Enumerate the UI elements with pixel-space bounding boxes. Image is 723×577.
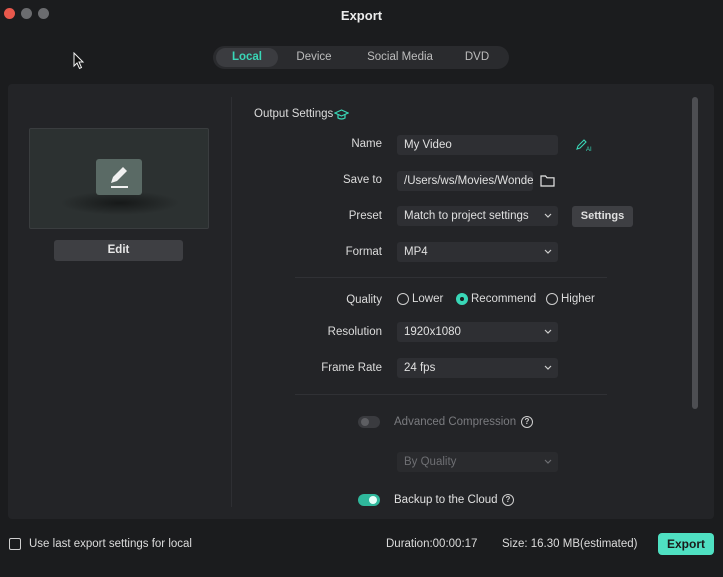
export-target-tabs: Local Device Social Media DVD — [213, 46, 509, 69]
panel-divider — [231, 97, 232, 507]
quality-lower-label[interactable]: Lower — [412, 293, 443, 305]
chevron-down-icon — [544, 213, 552, 218]
by-quality-select[interactable]: By Quality — [397, 452, 558, 472]
use-last-settings-checkbox[interactable] — [9, 538, 21, 550]
pencil-icon — [96, 159, 142, 195]
resolution-select-value: 1920x1080 — [404, 326, 461, 338]
format-select-value: MP4 — [404, 246, 428, 258]
settings-button[interactable]: Settings — [572, 206, 633, 227]
section-divider — [295, 277, 607, 278]
advanced-compression-label: Advanced Compression — [394, 416, 517, 428]
use-last-settings-label[interactable]: Use last export settings for local — [29, 538, 192, 550]
name-field[interactable]: My Video — [397, 135, 558, 155]
quality-label: Quality — [346, 294, 382, 306]
chevron-down-icon — [544, 459, 552, 464]
preset-label: Preset — [348, 210, 382, 222]
video-thumbnail — [29, 128, 209, 229]
tab-device[interactable]: Device — [283, 48, 345, 67]
save-to-field[interactable]: /Users/ws/Movies/Wonder — [397, 171, 533, 191]
scrollbar[interactable] — [692, 97, 698, 409]
preset-select[interactable]: Match to project settings — [397, 206, 558, 226]
quality-higher-radio[interactable] — [546, 293, 558, 305]
window-title: Export — [340, 8, 383, 23]
chevron-down-icon — [544, 249, 552, 254]
help-icon[interactable]: ? — [521, 416, 533, 428]
backup-cloud-label: Backup to the Cloud — [394, 494, 498, 506]
size-text: Size: 16.30 MB(estimated) — [502, 538, 638, 550]
advanced-compression-toggle[interactable] — [358, 416, 380, 428]
quality-recommend-label[interactable]: Recommend — [471, 293, 536, 305]
export-button[interactable]: Export — [658, 533, 714, 555]
format-label: Format — [345, 246, 382, 258]
tab-local[interactable]: Local — [216, 48, 278, 67]
backup-cloud-toggle[interactable] — [358, 494, 380, 506]
save-to-label: Save to — [343, 174, 382, 186]
output-settings-title: Output Settings — [254, 108, 334, 120]
mouse-pointer-icon — [73, 52, 85, 70]
graduation-cap-icon[interactable] — [334, 108, 349, 122]
duration-text: Duration:00:00:17 — [386, 538, 478, 550]
title-bar: Export — [0, 0, 723, 30]
chevron-down-icon — [544, 329, 552, 334]
tab-social-media[interactable]: Social Media — [357, 48, 443, 67]
frame-rate-select-value: 24 fps — [404, 362, 436, 374]
quality-recommend-radio[interactable] — [456, 293, 468, 305]
frame-rate-label: Frame Rate — [321, 362, 382, 374]
preset-select-value: Match to project settings — [404, 210, 529, 222]
quality-lower-radio[interactable] — [397, 293, 409, 305]
name-label: Name — [351, 138, 382, 150]
help-icon[interactable]: ? — [502, 494, 514, 506]
edit-button[interactable]: Edit — [54, 240, 183, 261]
quality-higher-label[interactable]: Higher — [561, 293, 595, 305]
resolution-select[interactable]: 1920x1080 — [397, 322, 558, 342]
svg-text:AI: AI — [586, 147, 592, 152]
format-select[interactable]: MP4 — [397, 242, 558, 262]
frame-rate-select[interactable]: 24 fps — [397, 358, 558, 378]
folder-icon[interactable] — [540, 174, 555, 187]
chevron-down-icon — [544, 365, 552, 370]
section-divider — [295, 394, 607, 395]
by-quality-select-value: By Quality — [404, 456, 457, 468]
tab-dvd[interactable]: DVD — [451, 48, 503, 67]
ai-rename-icon[interactable]: AI — [575, 138, 593, 152]
resolution-label: Resolution — [327, 326, 382, 338]
